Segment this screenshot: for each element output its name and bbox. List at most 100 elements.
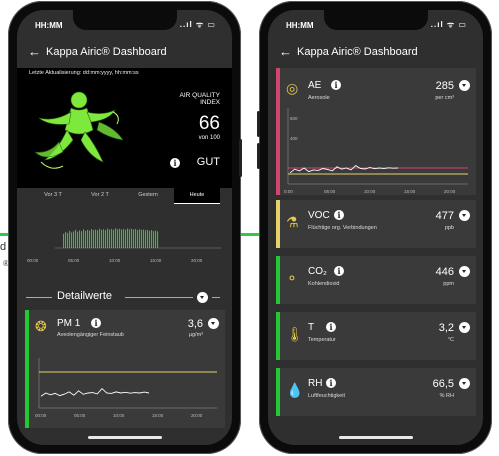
overview-bar xyxy=(153,231,155,248)
overview-bar xyxy=(111,229,113,248)
x-tick-label: 05:00 xyxy=(324,189,336,194)
aerosol-card[interactable]: ◎ AE i Aerosole 285 per cm³ 0:00 05:00 10:… xyxy=(276,68,476,195)
aq-index-scale: von 100 xyxy=(198,135,220,141)
status-bar xyxy=(276,312,280,360)
x-tick-label: 20:00 xyxy=(191,413,203,418)
expand-chevron-icon[interactable] xyxy=(459,210,470,221)
overview-bar xyxy=(67,232,69,248)
back-arrow-icon[interactable]: ← xyxy=(279,44,292,59)
overview-bar xyxy=(97,230,99,248)
aq-status-text: GUT xyxy=(196,156,220,168)
y-tick-label: 400 xyxy=(290,136,298,141)
divider-left xyxy=(26,297,52,298)
metric-subtitle: Kohlendioxid xyxy=(308,281,340,287)
status-time: HH:MM xyxy=(35,21,63,30)
back-arrow-icon[interactable]: ← xyxy=(28,44,41,59)
info-icon[interactable]: i xyxy=(334,266,344,276)
metric-card-voc[interactable]: ⚗ VOC i Flüchtige org. Verbindungen 477 ppb xyxy=(276,200,476,248)
info-icon[interactable]: i xyxy=(170,158,180,168)
home-indicator[interactable] xyxy=(338,436,413,439)
divider-right xyxy=(125,297,193,298)
info-icon[interactable]: i xyxy=(91,318,101,328)
particles-icon: ❂ xyxy=(35,318,47,334)
metric-subtitle: Aerosole xyxy=(308,95,330,101)
tab-gestern[interactable]: Gestern xyxy=(124,187,172,203)
overview-bar xyxy=(131,228,133,248)
overview-bar xyxy=(103,229,105,248)
collapse-chevron-icon[interactable] xyxy=(197,292,208,303)
overview-bar xyxy=(63,233,65,248)
metric-value: 3,2 xyxy=(438,322,454,334)
overview-bar xyxy=(93,230,95,248)
notch xyxy=(323,10,428,30)
x-tick-label: 20:00 xyxy=(191,258,203,263)
overview-bar xyxy=(107,228,109,248)
overview-bar xyxy=(143,229,145,248)
volume-down-button xyxy=(257,143,260,169)
status-bar-green xyxy=(25,310,29,428)
metric-unit: ppm xyxy=(443,281,454,287)
metric-unit: % RH xyxy=(439,393,454,399)
metric-name: CO₂ xyxy=(308,266,327,277)
expand-chevron-icon[interactable] xyxy=(459,378,470,389)
overview-bar xyxy=(81,231,83,248)
overview-bar xyxy=(129,229,131,248)
overview-bar xyxy=(121,229,123,248)
status-time: HH:MM xyxy=(286,21,314,30)
metric-value: 66,5 xyxy=(432,378,454,390)
overview-bar xyxy=(109,229,111,248)
overview-bar xyxy=(151,230,153,248)
overview-bar xyxy=(71,232,73,248)
info-icon[interactable]: i xyxy=(326,378,336,388)
info-icon[interactable]: i xyxy=(326,322,336,332)
status-bar xyxy=(276,256,280,304)
app-bar: ← Kappa Airic® Dashboard xyxy=(17,40,232,66)
status-bar xyxy=(276,368,280,416)
series-line xyxy=(40,387,150,397)
metric-subtitle: Aveolengängiger Feinstaub xyxy=(57,332,124,338)
overview-bar xyxy=(135,229,137,248)
aq-hero: Letzte Aktualisierung: dd:mm:yyyy, hh:mm… xyxy=(17,68,232,188)
info-icon[interactable]: i xyxy=(334,210,344,220)
metric-value: 446 xyxy=(435,266,454,278)
expand-chevron-icon[interactable] xyxy=(208,318,219,329)
voc-icon: ⚗ xyxy=(286,214,299,230)
metric-value: 285 xyxy=(435,80,454,92)
metric-name: AE xyxy=(308,80,322,91)
overview-bar xyxy=(77,231,79,248)
section-title: Detailwerte xyxy=(57,290,113,302)
overview-bar xyxy=(139,229,141,248)
status-icons: ..ıl ᯤ ▭ xyxy=(179,20,216,29)
metric-unit: per cm³ xyxy=(435,95,454,101)
expand-chevron-icon[interactable] xyxy=(459,80,470,91)
metric-card-co[interactable]: ⚬ CO₂ i Kohlendioxid 446 ppm xyxy=(276,256,476,304)
x-tick-label: 15:00 xyxy=(150,258,162,263)
x-tick-label: 0:00 xyxy=(284,189,293,194)
home-indicator[interactable] xyxy=(87,436,162,439)
tab-vor-3-t[interactable]: Vor 3 T xyxy=(30,187,76,203)
metric-name: T xyxy=(308,322,315,333)
overview-bar xyxy=(87,229,89,248)
expand-chevron-icon[interactable] xyxy=(459,322,470,333)
overview-bar xyxy=(133,229,135,248)
pm1-card[interactable]: ❂ PM 1 i Aveolengängiger Feinstaub 3,6 µ… xyxy=(25,310,225,428)
last-update-text: Letzte Aktualisierung: dd:mm:yyyy, hh:mm… xyxy=(29,70,139,76)
screen-left: HH:MM ..ıl ᯤ ▭ ← Kappa Airic® Dashboard … xyxy=(17,10,232,445)
expand-chevron-icon[interactable] xyxy=(459,266,470,277)
metric-card-rh[interactable]: 💧 RH i Luftfeuchtigkeit 66,5 % RH xyxy=(276,368,476,416)
tab-heute[interactable]: Heute xyxy=(174,187,220,204)
overview-bar xyxy=(75,229,77,248)
metric-card-t[interactable]: 🌡 Ti Temperatur 3,2 °C xyxy=(276,312,476,360)
tab-vor-2-t[interactable]: Vor 2 T xyxy=(76,187,124,203)
overview-bar xyxy=(91,229,93,248)
overview-bar xyxy=(79,230,81,248)
info-icon[interactable]: i xyxy=(331,80,341,90)
overview-bar xyxy=(73,231,75,248)
aerosol-line-chart: 0:00 05:00 10:00 15:00 20:00 600 400 xyxy=(284,108,468,194)
overview-bar xyxy=(99,228,101,248)
mascot-illustration xyxy=(34,91,124,169)
screen-right: HH:MM ..ıl ᯤ ▭ ← Kappa Airic® Dashboard … xyxy=(268,10,483,445)
overview-bar xyxy=(69,230,71,248)
x-tick-label: 10:00 xyxy=(113,413,125,418)
overview-bar xyxy=(113,229,115,248)
